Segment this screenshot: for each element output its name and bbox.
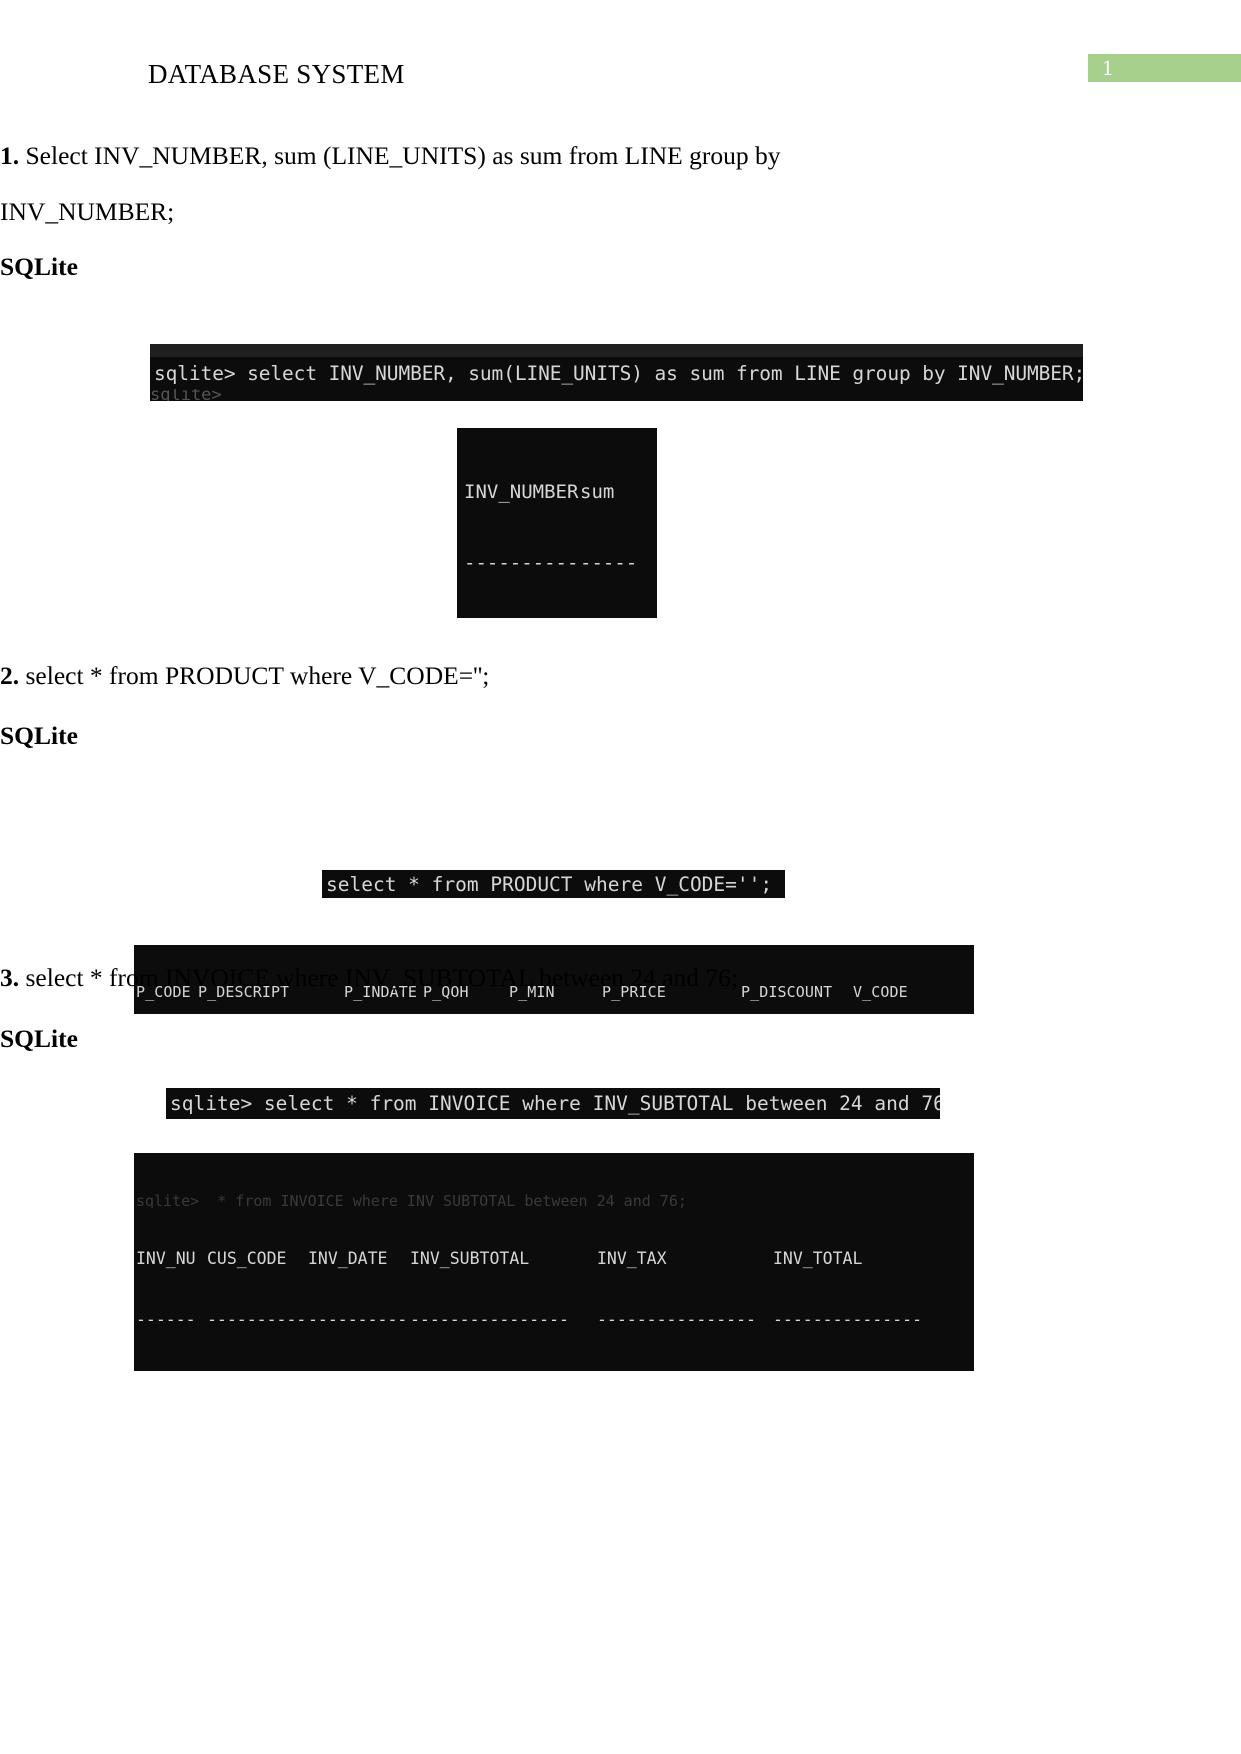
page-number-badge: 1 bbox=[1088, 54, 1241, 82]
question-3-text: select * from INVOICE where INV_SUBTOTAL… bbox=[25, 963, 739, 992]
result-3-separator-row: ------ ---------- ---------- --------------… bbox=[136, 1310, 974, 1330]
result-3-header-inv-date: INV_DATE bbox=[308, 1248, 388, 1268]
terminal-1-command: sqlite> select INV_NUMBER, sum(LINE_UNIT… bbox=[150, 357, 1083, 391]
document-page: DATABASE SYSTEM 1 1. Select INV_NUMBER, … bbox=[0, 0, 1241, 1754]
result-3-header-inv-nu: INV_NU bbox=[136, 1248, 196, 1268]
result-3-sep-4: ---------------- bbox=[410, 1309, 569, 1329]
result-1-header-inv-number: INV_NUMBER bbox=[464, 481, 579, 503]
question-3-number: 3. bbox=[0, 963, 20, 992]
result-1-header-row: INV_NUMBERsum bbox=[464, 481, 657, 505]
result-3-sep-2: ---------- bbox=[207, 1309, 307, 1329]
result-3-sep-6: --------------- bbox=[773, 1309, 923, 1329]
result-3-sep-5: ---------------- bbox=[597, 1309, 756, 1329]
question-3-paragraph: 3. select * from INVOICE where INV_SUBTO… bbox=[0, 950, 945, 1006]
terminal-3-command: sqlite> select * from INVOICE where INV_… bbox=[166, 1088, 940, 1119]
question-2-text: select * from PRODUCT where V_CODE=''; bbox=[25, 661, 490, 690]
result-3-header-cus-code: CUS_CODE bbox=[207, 1248, 287, 1268]
terminal-1-ghost-bottom: sqlite> bbox=[150, 389, 1083, 401]
result-1-header-sum: sum bbox=[580, 481, 615, 503]
terminal-3-result: sqlite> * from INVOICE where INV_SUBTOTA… bbox=[134, 1153, 974, 1371]
sqlite-label-2: SQLite bbox=[0, 721, 78, 750]
result-1-separator-row: --------------- bbox=[464, 552, 657, 576]
question-1-paragraph: 1. Select INV_NUMBER, sum (LINE_UNITS) a… bbox=[0, 128, 945, 240]
result-3-header-inv-subtotal: INV_SUBTOTAL bbox=[410, 1248, 530, 1268]
terminal-1-result: INV_NUMBERsum --------------- 10012.0 10… bbox=[457, 428, 657, 618]
result-1-sep-1: ---------- bbox=[464, 551, 579, 574]
result-3-header-row: INV_NU CUS_CODE INV_DATE INV_SUBTOTAL INV_TA… bbox=[136, 1249, 974, 1269]
sqlite-label-3: SQLite bbox=[0, 1024, 78, 1053]
terminal-2-command: select * from PRODUCT where V_CODE=''; bbox=[322, 870, 785, 898]
question-1-text: Select INV_NUMBER, sum (LINE_UNITS) as s… bbox=[25, 141, 781, 170]
terminal-1-ghost-top bbox=[150, 344, 1083, 358]
page-title: DATABASE SYSTEM bbox=[148, 59, 405, 89]
question-2-paragraph: 2. select * from PRODUCT where V_CODE=''… bbox=[0, 648, 945, 704]
question-2-number: 2. bbox=[0, 661, 20, 690]
sqlite-label-1: SQLite bbox=[0, 252, 78, 281]
result-3-sep-1: ------ bbox=[136, 1309, 196, 1329]
result-3-sep-3: ---------- bbox=[308, 1309, 408, 1329]
result-3-header-inv-total: INV_TOTAL bbox=[773, 1248, 863, 1268]
terminal-3-ghost-line: sqlite> * from INVOICE where INV_SUBTOTA… bbox=[136, 1193, 687, 1208]
result-3-header-inv-tax: INV_TAX bbox=[597, 1248, 667, 1268]
question-1-text-tail: INV_NUMBER; bbox=[0, 197, 175, 226]
question-1-number: 1. bbox=[0, 141, 20, 170]
result-1-sep-2: ----- bbox=[580, 551, 638, 574]
